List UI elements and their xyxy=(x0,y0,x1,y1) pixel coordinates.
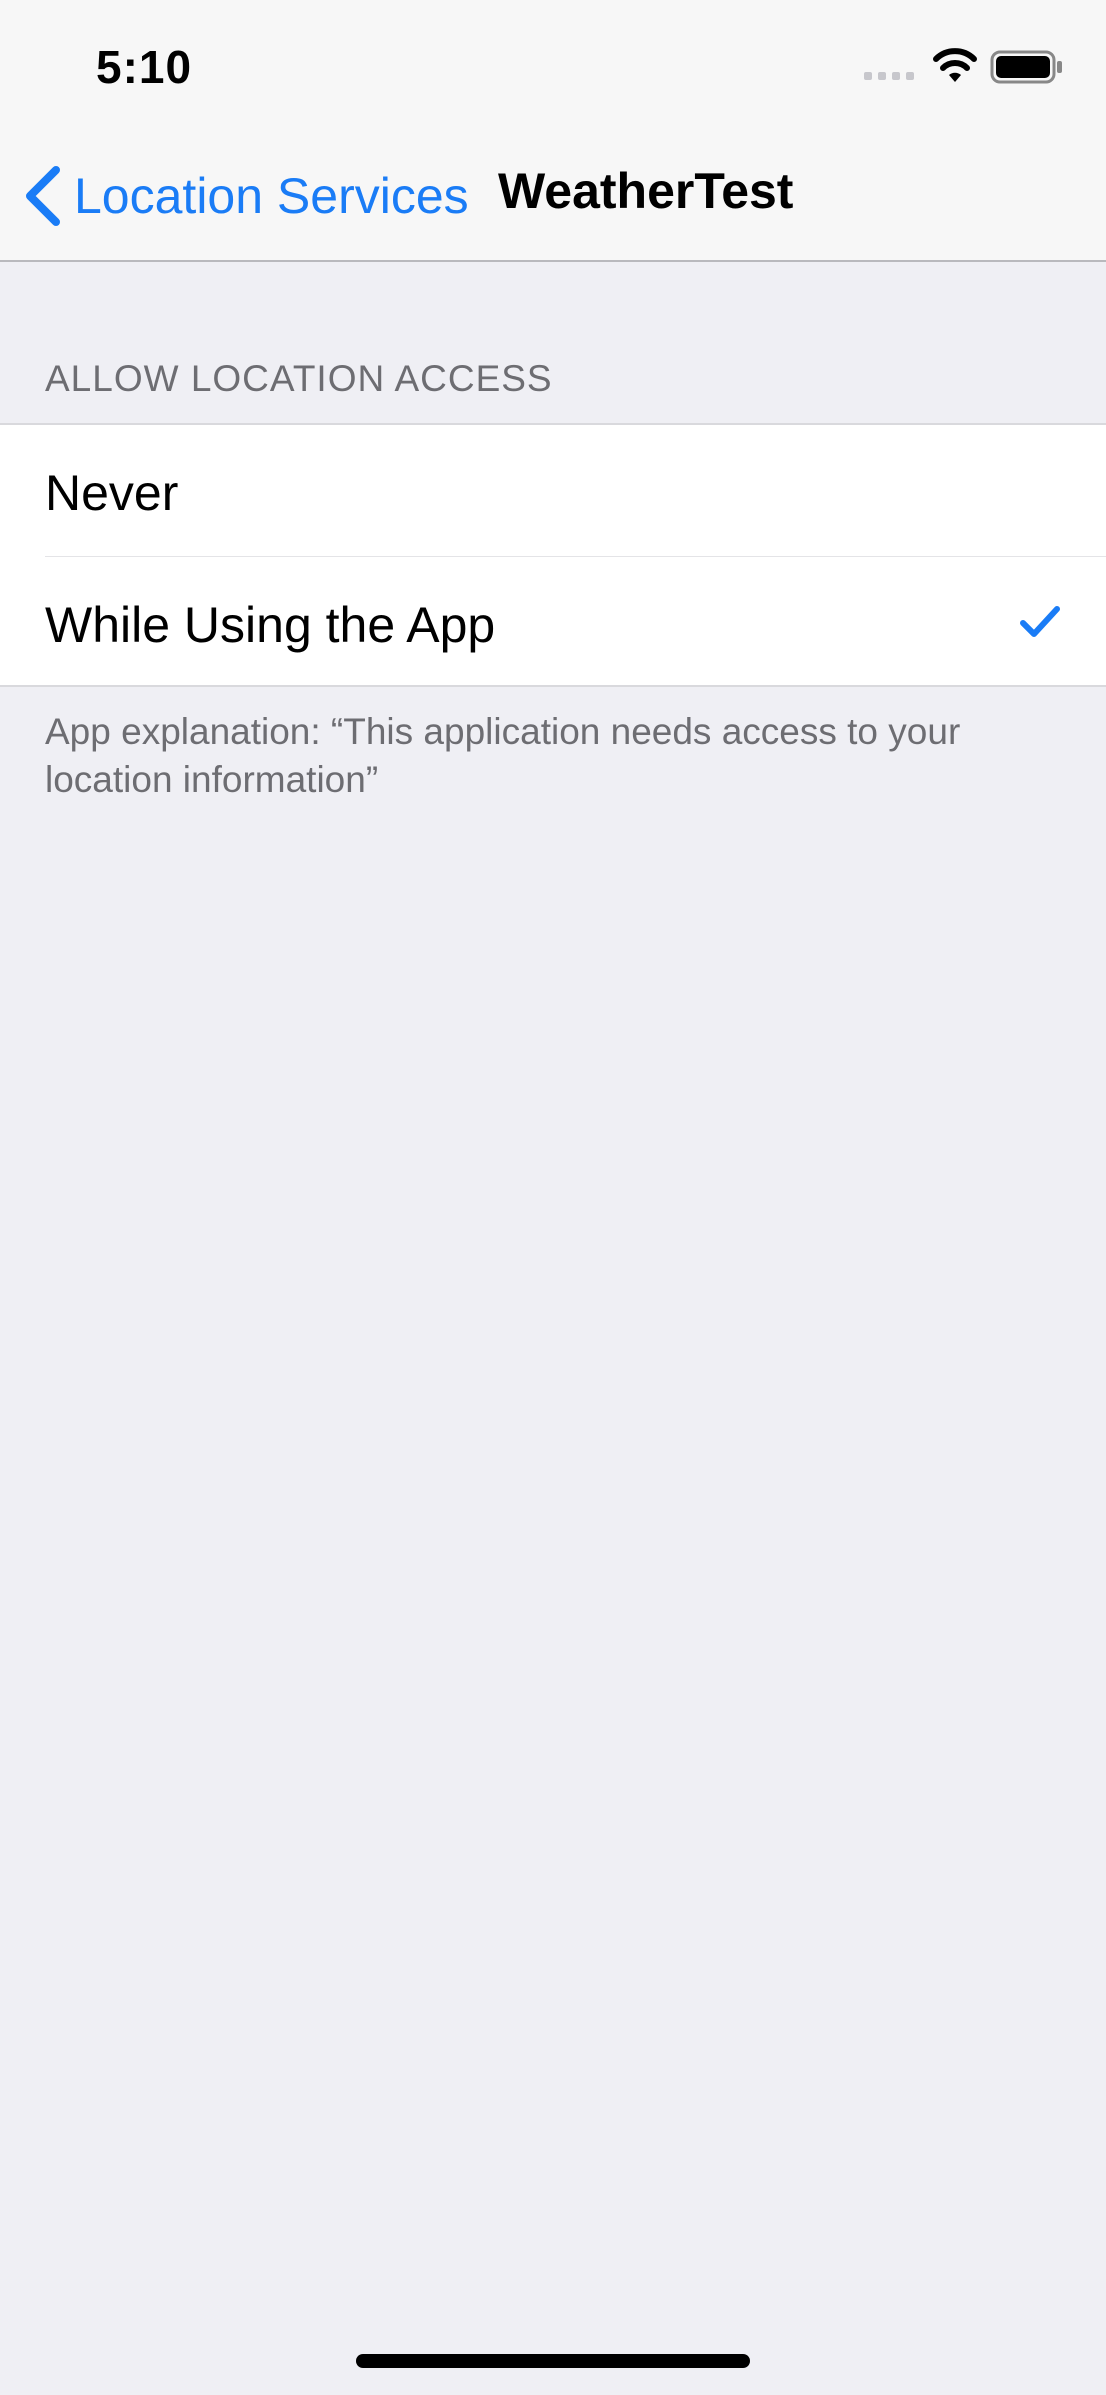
cellular-signal-icon xyxy=(864,72,914,80)
chevron-left-icon xyxy=(26,166,60,226)
option-label: Never xyxy=(45,465,179,521)
location-access-options: Never While Using the App xyxy=(0,423,1106,687)
option-while-using-the-app[interactable]: While Using the App xyxy=(0,557,1106,687)
checkmark-icon xyxy=(1020,606,1060,637)
section-header: ALLOW LOCATION ACCESS xyxy=(45,358,553,399)
navigation-bar: Location Services WeatherTest xyxy=(0,132,1106,262)
status-time: 5:10 xyxy=(96,41,193,93)
status-icons xyxy=(862,46,1062,90)
section-footer-explanation: App explanation: “This application needs… xyxy=(45,711,961,800)
option-label: While Using the App xyxy=(45,597,496,653)
home-indicator[interactable] xyxy=(356,2354,750,2368)
back-button-label: Location Services xyxy=(74,168,469,224)
option-never[interactable]: Never xyxy=(0,425,1106,557)
page-title: WeatherTest xyxy=(498,163,794,219)
wifi-icon xyxy=(933,48,977,82)
back-button[interactable]: Location Services xyxy=(20,158,469,234)
status-bar: 5:10 xyxy=(0,0,1106,132)
battery-icon xyxy=(990,50,1062,84)
